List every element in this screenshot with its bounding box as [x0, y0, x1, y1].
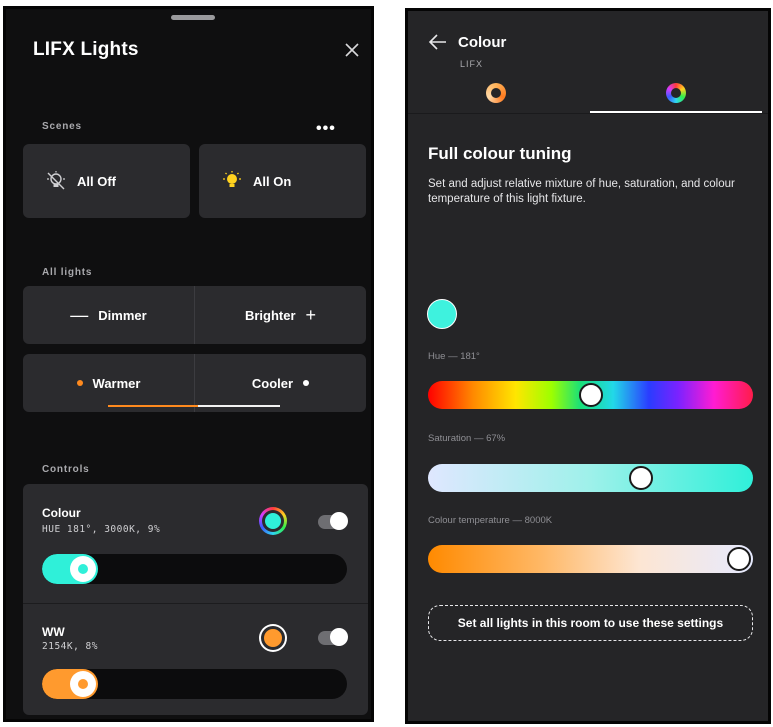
- row-divider: [23, 603, 368, 604]
- temperature-slider-knob[interactable]: [727, 547, 751, 571]
- cool-dot-icon: [303, 380, 310, 386]
- colour-settings-panel: Colour LIFX Full colour tuning Set and a…: [405, 8, 771, 724]
- controls-label: Controls: [42, 464, 90, 475]
- hue-label: Hue — 181°: [428, 351, 480, 362]
- level-knob[interactable]: [70, 556, 96, 582]
- level-knob[interactable]: [70, 671, 96, 697]
- tab-colour[interactable]: [588, 75, 764, 113]
- swatch-fill: [264, 629, 282, 647]
- plus-icon: +: [305, 305, 317, 325]
- warm-ring-icon: [486, 83, 506, 103]
- swatch-gap: [261, 626, 285, 650]
- bulb-off-icon: [47, 171, 65, 190]
- colour-preview-swatch: [427, 299, 457, 329]
- ww-level-slider[interactable]: [42, 669, 347, 699]
- ring-hole: [491, 88, 501, 98]
- tab-divider: [408, 113, 768, 114]
- warmer-label: Warmer: [92, 375, 141, 391]
- minus-icon: —: [70, 305, 89, 325]
- swatch-gap: [262, 510, 284, 532]
- close-icon[interactable]: [343, 41, 361, 59]
- apply-to-room-button[interactable]: Set all lights in this room to use these…: [428, 605, 753, 641]
- cooler-button[interactable]: Cooler: [195, 354, 366, 412]
- colour-wheel-icon: [666, 83, 686, 103]
- warm-dot-icon: [76, 380, 83, 386]
- ww-power-toggle[interactable]: [318, 628, 348, 646]
- back-arrow-icon[interactable]: [428, 33, 448, 51]
- swatch-fill: [265, 513, 281, 529]
- hue-slider[interactable]: [428, 381, 753, 409]
- saturation-slider[interactable]: [428, 464, 753, 492]
- cool-indicator: [198, 405, 280, 407]
- ring-hole: [671, 88, 681, 98]
- knob-center: [78, 564, 88, 574]
- brighter-button[interactable]: Brighter +: [195, 286, 366, 344]
- colour-swatch-button[interactable]: [259, 507, 287, 535]
- scene-all-off-label: All Off: [77, 173, 116, 189]
- dimmer-label: Dimmer: [98, 307, 147, 323]
- brighter-label: Brighter: [244, 307, 296, 323]
- page-title: Colour: [458, 34, 507, 51]
- brightness-control: — Dimmer Brighter +: [23, 286, 366, 344]
- temperature-slider[interactable]: [428, 545, 753, 573]
- toggle-knob: [330, 512, 348, 530]
- bulb-on-icon: [223, 171, 241, 187]
- control-name: Colour: [42, 506, 81, 520]
- page-subtitle: LIFX: [460, 59, 484, 69]
- temperature-control: Warmer Cooler: [23, 354, 366, 412]
- warmer-button[interactable]: Warmer: [23, 354, 194, 412]
- tab-warm[interactable]: [408, 75, 584, 113]
- colour-power-toggle[interactable]: [318, 512, 348, 530]
- section-description: Set and adjust relative mixture of hue, …: [428, 178, 735, 205]
- scene-all-off-button[interactable]: All Off: [23, 144, 190, 218]
- control-meta: 2154K, 8%: [42, 641, 98, 652]
- all-lights-label: All lights: [42, 267, 93, 278]
- scene-all-on-label: All On: [253, 173, 292, 189]
- section-heading: Full colour tuning: [428, 144, 572, 163]
- saturation-slider-knob[interactable]: [628, 466, 653, 490]
- hue-slider-knob[interactable]: [579, 383, 604, 407]
- lifx-lights-panel: LIFX Lights Scenes ••• All Off All On Al…: [3, 6, 374, 722]
- more-options-icon[interactable]: •••: [316, 120, 336, 138]
- cooler-label: Cooler: [251, 375, 294, 391]
- ww-swatch-button[interactable]: [259, 624, 287, 652]
- temperature-label: Colour temperature — 8000K: [428, 515, 553, 526]
- toggle-knob: [330, 628, 348, 646]
- drag-handle[interactable]: [171, 15, 215, 20]
- saturation-label: Saturation — 67%: [428, 433, 506, 444]
- scene-all-on-button[interactable]: All On: [199, 144, 366, 218]
- controls-list: Colour HUE 181°, 3000K, 9% WW 2154K, 8%: [23, 484, 368, 715]
- control-name: WW: [42, 625, 65, 639]
- dimmer-button[interactable]: — Dimmer: [23, 286, 194, 344]
- colour-level-slider[interactable]: [42, 554, 347, 584]
- control-meta: HUE 181°, 3000K, 9%: [42, 524, 161, 535]
- warm-indicator: [108, 405, 198, 407]
- panel-title: LIFX Lights: [33, 39, 139, 60]
- scenes-label: Scenes: [42, 121, 82, 132]
- knob-center: [78, 679, 88, 689]
